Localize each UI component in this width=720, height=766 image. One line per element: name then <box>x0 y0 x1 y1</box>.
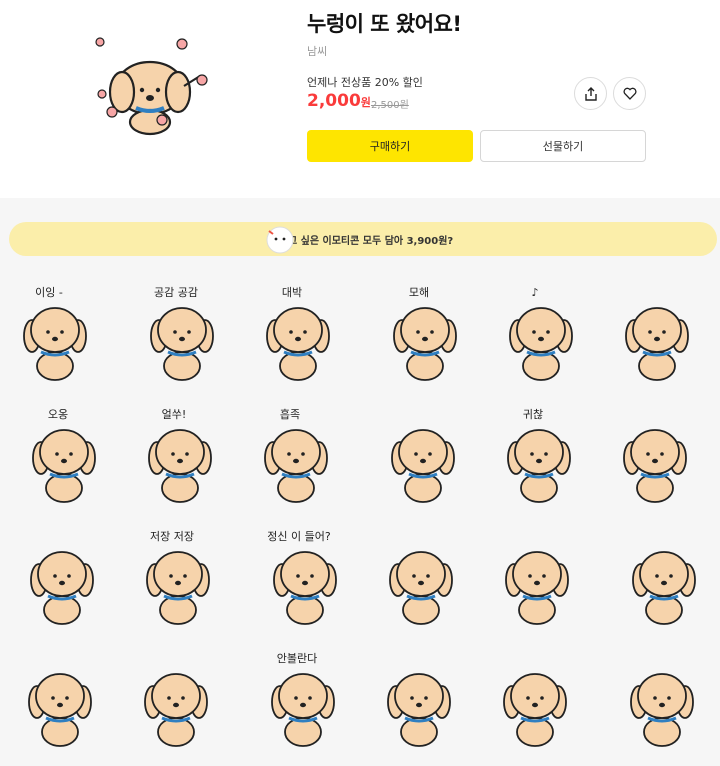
price-unit: 원 <box>360 96 371 109</box>
share-icon <box>584 86 597 101</box>
sticker-caption: 공감 공감 <box>154 286 198 299</box>
sticker-item[interactable]: 얼쑤! <box>148 407 212 503</box>
sticker-item[interactable]: 대박 <box>266 286 330 381</box>
sticker-item[interactable]: ♪ <box>509 286 573 381</box>
price-value: 2,000 <box>307 91 361 111</box>
share-button[interactable] <box>574 77 607 110</box>
sticker-item[interactable]: 안볼란다 <box>271 652 335 747</box>
sale-price: 2,000원 <box>307 91 371 111</box>
sticker-grid: 이잉 - 공감 공감 대박 모해 ♪ 오옹 얼쑤! 흡족 귀찮저장 저장 정신 이 들어? 안볼란다 <box>23 285 696 747</box>
sticker-caption: 대박 <box>282 286 302 299</box>
sticker-caption: 귀찮 <box>523 408 543 421</box>
sticker-item[interactable]: 저장 저장 <box>146 530 210 625</box>
sticker-item[interactable] <box>623 429 687 503</box>
sticker-caption: 안볼란다 <box>277 652 317 665</box>
sticker-caption: 오옹 <box>48 408 68 421</box>
sticker-item[interactable]: 이잉 - <box>23 286 87 381</box>
product-title: 누렁이 또 왔어요! <box>307 12 462 36</box>
sticker-item[interactable] <box>505 551 569 625</box>
gift-button[interactable]: 선물하기 <box>480 130 646 162</box>
bundle-banner[interactable]: 사고 싶은 이모티콘 모두 담아 3,900원? <box>9 222 717 256</box>
sticker-item[interactable] <box>389 551 453 625</box>
original-price: 2,500원 <box>371 100 409 111</box>
sticker-item[interactable]: 정신 이 들어? <box>267 530 337 625</box>
sticker-caption: 저장 저장 <box>150 530 194 543</box>
product-thumbnail <box>95 37 208 136</box>
sticker-item[interactable] <box>625 307 689 381</box>
sticker-item[interactable] <box>387 673 451 747</box>
sticker-item[interactable] <box>632 551 696 625</box>
sticker-item[interactable] <box>144 673 208 747</box>
sticker-caption: ♪ <box>531 286 538 299</box>
sticker-item[interactable] <box>503 673 567 747</box>
sticker-item[interactable]: 모해 <box>393 285 457 381</box>
ghost-mascot-icon <box>266 226 294 254</box>
sticker-caption: 모해 <box>409 285 429 299</box>
promo-text: 언제나 전상품 20% 할인 <box>307 76 423 89</box>
like-button[interactable] <box>613 77 646 110</box>
sticker-caption: 흡족 <box>280 407 300 421</box>
sticker-item[interactable] <box>28 673 92 747</box>
sticker-item[interactable] <box>630 673 694 747</box>
sticker-item[interactable]: 귀찮 <box>507 408 571 503</box>
author-name[interactable]: 남씨 <box>307 43 327 59</box>
sticker-caption: 정신 이 들어? <box>267 530 331 543</box>
sticker-caption: 얼쑤! <box>162 407 187 421</box>
banner-text: 사고 싶은 이모티콘 모두 담아 3,900원? <box>278 235 454 247</box>
sticker-caption: 이잉 - <box>35 286 63 299</box>
sticker-item[interactable]: 오옹 <box>32 408 96 503</box>
heart-icon <box>623 87 636 100</box>
sticker-gallery: 사고 싶은 이모티콘 모두 담아 3,900원? 이잉 - 공감 공감 대박 모해 ♪ 오… <box>0 198 720 766</box>
product-header: 누렁이 또 왔어요! 남씨 언제나 전상품 20% 할인 2,000원 2,50… <box>0 0 720 198</box>
sticker-item[interactable] <box>391 429 455 503</box>
sticker-item[interactable]: 공감 공감 <box>150 286 214 381</box>
sticker-item[interactable]: 흡족 <box>264 407 328 503</box>
buy-button[interactable]: 구매하기 <box>307 130 473 162</box>
sticker-item[interactable] <box>30 551 94 625</box>
